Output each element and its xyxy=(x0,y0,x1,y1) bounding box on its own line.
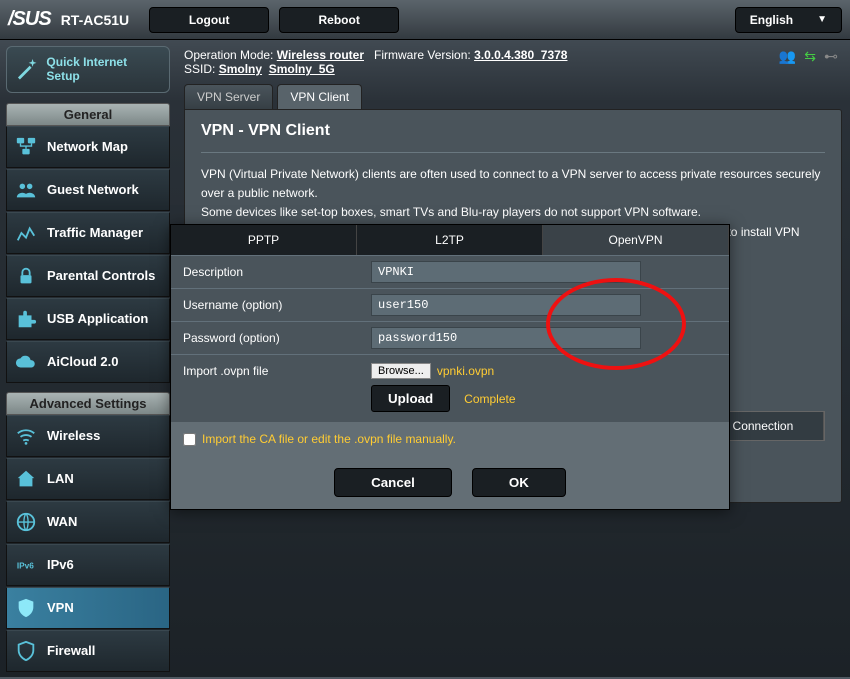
puzzle-icon xyxy=(15,308,37,330)
menu-label: Firewall xyxy=(47,643,95,658)
ipv6-icon: IPv6 xyxy=(15,554,37,576)
section-general: General xyxy=(6,103,170,126)
modal-tab-l2tp[interactable]: L2TP xyxy=(357,225,543,255)
cloud-icon xyxy=(15,351,37,373)
quick-internet-setup[interactable]: Quick Internet Setup xyxy=(6,46,170,93)
label-password: Password (option) xyxy=(171,322,371,354)
firewall-icon xyxy=(15,640,37,662)
opmode-link[interactable]: Wireless router xyxy=(277,48,364,62)
wifi-icon xyxy=(15,425,37,447)
status-icons: 👥 ⇆ ⊷ xyxy=(779,48,838,65)
label-username: Username (option) xyxy=(171,289,371,321)
sidebar-item-wan[interactable]: WAN xyxy=(6,501,170,543)
panel-title: VPN - VPN Client xyxy=(201,122,825,140)
menu-label: Guest Network xyxy=(47,182,139,197)
sidebar-item-lan[interactable]: LAN xyxy=(6,458,170,500)
upload-status: Complete xyxy=(464,392,515,406)
firmware-link[interactable]: 3.0.0.4.380_7378 xyxy=(474,48,567,62)
import-ca-checkbox[interactable] xyxy=(183,433,196,446)
cancel-button[interactable]: Cancel xyxy=(334,468,452,497)
modal-tab-openvpn[interactable]: OpenVPN xyxy=(543,225,729,255)
ssid1-link[interactable]: Smolny xyxy=(219,62,262,76)
sidebar-item-guest-network[interactable]: Guest Network xyxy=(6,169,170,211)
modal-tab-pptp[interactable]: PPTP xyxy=(171,225,357,255)
network-map-icon xyxy=(15,136,37,158)
reboot-button[interactable]: Reboot xyxy=(279,7,399,33)
file-name: vpnki.ovpn xyxy=(437,364,494,378)
menu-label: USB Application xyxy=(47,311,148,326)
tab-vpn-client[interactable]: VPN Client xyxy=(277,84,362,109)
sidebar-item-wireless[interactable]: Wireless xyxy=(6,415,170,457)
language-label: English xyxy=(750,13,793,27)
menu-label: WAN xyxy=(47,514,77,529)
input-password[interactable] xyxy=(371,327,641,349)
upload-button[interactable]: Upload xyxy=(371,385,450,412)
sidebar-item-usb-application[interactable]: USB Application xyxy=(6,298,170,340)
info-bar: Operation Mode: Wireless router Firmware… xyxy=(184,48,842,76)
sidebar-item-firewall[interactable]: Firewall xyxy=(6,630,170,672)
menu-label: Traffic Manager xyxy=(47,225,143,240)
menu-label: VPN xyxy=(47,600,74,615)
ok-button[interactable]: OK xyxy=(472,468,566,497)
vpn-profile-modal: PPTP L2TP OpenVPN Description Username (… xyxy=(170,224,730,510)
sidebar-item-network-map[interactable]: Network Map xyxy=(6,126,170,168)
traffic-icon xyxy=(15,222,37,244)
svg-text:IPv6: IPv6 xyxy=(17,561,34,570)
menu-label: Wireless xyxy=(47,428,100,443)
guest-network-icon xyxy=(15,179,37,201)
label-import: Import .ovpn file xyxy=(171,355,371,422)
browse-button[interactable]: Browse... xyxy=(371,363,431,379)
sidebar-item-aicloud[interactable]: AiCloud 2.0 xyxy=(6,341,170,383)
sidebar-item-ipv6[interactable]: IPv6 IPv6 xyxy=(6,544,170,586)
ssid2-link[interactable]: Smolny_5G xyxy=(269,62,335,76)
import-ca-label: Import the CA file or edit the .ovpn fil… xyxy=(202,432,456,446)
users-icon[interactable]: 👥 xyxy=(779,48,796,65)
menu-label: AiCloud 2.0 xyxy=(47,354,119,369)
sidebar-item-vpn[interactable]: VPN xyxy=(6,587,170,629)
logout-button[interactable]: Logout xyxy=(149,7,269,33)
section-advanced: Advanced Settings xyxy=(6,392,170,415)
label-description: Description xyxy=(171,256,371,288)
sidebar-item-parental-controls[interactable]: Parental Controls xyxy=(6,255,170,297)
link-icon[interactable]: ⇆ xyxy=(804,48,816,65)
input-description[interactable] xyxy=(371,261,641,283)
menu-label: Parental Controls xyxy=(47,268,155,283)
wand-icon xyxy=(15,57,38,81)
menu-label: IPv6 xyxy=(47,557,74,572)
globe-icon xyxy=(15,511,37,533)
usb-icon[interactable]: ⊷ xyxy=(824,48,838,65)
input-username[interactable] xyxy=(371,294,641,316)
qis-label: Quick Internet Setup xyxy=(46,55,161,84)
sidebar-item-traffic-manager[interactable]: Traffic Manager xyxy=(6,212,170,254)
chevron-down-icon: ▼ xyxy=(817,14,827,25)
lock-icon xyxy=(15,265,37,287)
shield-icon xyxy=(15,597,37,619)
home-icon xyxy=(15,468,37,490)
brand-logo: /SUS xyxy=(8,8,51,31)
language-dropdown[interactable]: English ▼ xyxy=(735,7,842,33)
menu-label: Network Map xyxy=(47,139,128,154)
model-name: RT-AC51U xyxy=(61,12,129,28)
tab-vpn-server[interactable]: VPN Server xyxy=(184,84,273,109)
menu-label: LAN xyxy=(47,471,74,486)
